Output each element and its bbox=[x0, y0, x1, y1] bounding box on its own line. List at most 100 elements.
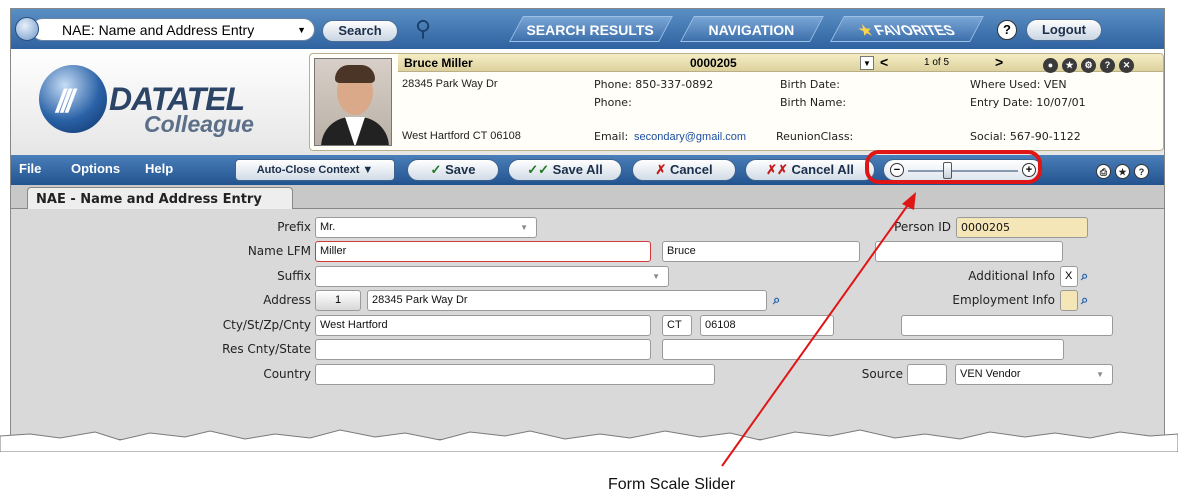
help-icon[interactable]: ? bbox=[997, 20, 1017, 40]
employment-info-field[interactable] bbox=[1060, 290, 1078, 311]
menu-file[interactable]: File bbox=[19, 161, 41, 176]
favorite-icon[interactable]: ★ bbox=[1115, 164, 1130, 179]
person-id: 0000205 bbox=[690, 56, 737, 70]
form-selector-value: NAE: Name and Address Entry bbox=[62, 22, 255, 38]
globe-icon[interactable]: ● bbox=[1043, 58, 1058, 73]
advanced-search-icon[interactable]: ⚲ bbox=[415, 16, 431, 42]
person-context-card: Bruce Miller 0000205 ▼ < 1 of 5 > ● ★ ⚙? ✕ … bbox=[309, 53, 1164, 151]
star-icon[interactable]: ★ bbox=[1062, 58, 1077, 73]
employment-info-lookup-icon[interactable]: ⌕ bbox=[1081, 292, 1099, 310]
state-field[interactable]: CT bbox=[662, 315, 692, 336]
prefix-label: Prefix bbox=[277, 220, 311, 234]
person-social: Social: 567-90-1122 bbox=[970, 130, 1081, 143]
address-field[interactable]: 28345 Park Way Dr bbox=[367, 290, 767, 311]
callout-caption: Form Scale Slider bbox=[608, 476, 736, 493]
person-birth-date: Birth Date: bbox=[780, 78, 840, 91]
nae-form: Prefix Mr. ▼ Name LFM Miller Bruce Suffix… bbox=[11, 209, 1164, 439]
person-city-line: West Hartford CT 06108 bbox=[402, 130, 521, 142]
check-icon: ✓ bbox=[430, 162, 442, 177]
close-icon[interactable]: ✕ bbox=[1119, 58, 1134, 73]
person-card-header: Bruce Miller 0000205 ▼ < 1 of 5 > ● ★ ⚙? ✕ bbox=[398, 54, 1163, 73]
previous-record-icon[interactable]: < bbox=[880, 54, 888, 70]
additional-info-field[interactable]: X bbox=[1060, 266, 1078, 287]
person-birth-name: Birth Name: bbox=[780, 96, 847, 109]
search-button[interactable]: Search bbox=[322, 20, 398, 42]
last-name-field[interactable]: Miller bbox=[315, 241, 651, 262]
county-field[interactable] bbox=[901, 315, 1113, 336]
app-menu-icon[interactable] bbox=[15, 17, 39, 41]
zip-field[interactable]: 06108 bbox=[700, 315, 834, 336]
person-reunion-class: ReunionClass: bbox=[776, 130, 854, 143]
record-pager: 1 of 5 bbox=[924, 57, 950, 68]
print-icon[interactable]: ⎙ bbox=[1096, 164, 1111, 179]
tab-navigation[interactable]: NAVIGATION bbox=[680, 16, 824, 42]
person-phone-primary: Phone: 850-337-0892 bbox=[594, 78, 714, 91]
app-window: NAE: Name and Address Entry ▼ Search ⚲ S… bbox=[10, 8, 1165, 440]
address-lookup-icon[interactable]: ⌕ bbox=[773, 292, 791, 310]
chevron-down-icon: ▼ bbox=[1096, 370, 1104, 379]
tab-search-results[interactable]: SEARCH RESULTS bbox=[509, 16, 673, 42]
person-where-used: Where Used: VEN bbox=[970, 78, 1067, 91]
person-address-line1: 28345 Park Way Dr bbox=[402, 78, 498, 90]
suffix-field[interactable]: ▼ bbox=[315, 266, 669, 287]
next-record-icon[interactable]: > bbox=[995, 54, 1003, 70]
source-description-field[interactable]: VEN Vendor ▼ bbox=[955, 364, 1113, 385]
res-county-field[interactable] bbox=[315, 339, 651, 360]
additional-info-lookup-icon[interactable]: ⌕ bbox=[1081, 268, 1099, 286]
country-field[interactable] bbox=[315, 364, 715, 385]
first-name-field[interactable]: Bruce bbox=[662, 241, 860, 262]
torn-edge-decoration bbox=[0, 429, 1178, 452]
toolbar-icon-group: ⎙ ★? bbox=[1096, 162, 1153, 180]
help-icon[interactable]: ? bbox=[1134, 164, 1149, 179]
menu-help[interactable]: Help bbox=[145, 161, 173, 176]
person-email-label: Email: bbox=[594, 130, 629, 143]
prefix-field[interactable]: Mr. ▼ bbox=[315, 217, 537, 238]
slider-callout-ring bbox=[865, 150, 1042, 184]
logout-button[interactable]: Logout bbox=[1026, 19, 1102, 41]
cancel-all-button[interactable]: ✗✗ Cancel All bbox=[745, 159, 875, 181]
top-navigation-bar: NAE: Name and Address Entry ▼ Search ⚲ S… bbox=[11, 9, 1164, 49]
additional-info-label: Additional Info bbox=[968, 269, 1055, 283]
tab-nae[interactable]: NAE - Name and Address Entry bbox=[27, 187, 293, 210]
country-label: Country bbox=[263, 367, 311, 381]
menu-options[interactable]: Options bbox=[71, 161, 120, 176]
logo-product: Colleague bbox=[144, 111, 254, 137]
help-icon[interactable]: ? bbox=[1100, 58, 1115, 73]
name-lfm-label: Name LFM bbox=[247, 244, 311, 258]
city-label: Cty/St/Zp/Cnty bbox=[222, 318, 311, 332]
form-selector-dropdown[interactable]: NAE: Name and Address Entry ▼ bbox=[31, 18, 315, 41]
person-id-label: Person ID bbox=[894, 220, 951, 234]
source-code-field[interactable] bbox=[907, 364, 947, 385]
form-tab-strip: NAE - Name and Address Entry bbox=[11, 185, 1164, 210]
double-x-icon: ✗✗ bbox=[766, 162, 788, 177]
address-index-button[interactable]: 1 bbox=[315, 290, 361, 311]
cancel-button[interactable]: ✗ Cancel bbox=[632, 159, 736, 181]
person-entry-date: Entry Date: 10/07/01 bbox=[970, 96, 1086, 109]
chevron-down-icon: ▼ bbox=[520, 223, 528, 232]
res-state-field[interactable] bbox=[662, 339, 1064, 360]
logo-bars: /// bbox=[56, 83, 75, 119]
card-icon-group: ● ★ ⚙? ✕ bbox=[1043, 55, 1138, 73]
save-all-button[interactable]: ✓✓ Save All bbox=[508, 159, 622, 181]
header-area: /// DATATEL Colleague Bruce Miller 00002… bbox=[11, 49, 1164, 155]
middle-name-field[interactable] bbox=[875, 241, 1063, 262]
tab-favorites[interactable]: ★ FAVORITES bbox=[830, 16, 984, 42]
address-label: Address bbox=[263, 293, 311, 307]
city-field[interactable]: West Hartford bbox=[315, 315, 651, 336]
suffix-label: Suffix bbox=[277, 269, 311, 283]
auto-close-context-dropdown[interactable]: Auto-Close Context ▼ bbox=[235, 159, 395, 181]
res-county-state-label: Res Cnty/State bbox=[222, 342, 311, 356]
settings-icon[interactable]: ⚙ bbox=[1081, 58, 1096, 73]
person-name: Bruce Miller bbox=[404, 56, 473, 70]
source-label: Source bbox=[861, 367, 903, 381]
chevron-down-icon: ▼ bbox=[297, 25, 306, 35]
logo-globe-icon bbox=[39, 65, 107, 133]
context-dropdown-icon[interactable]: ▼ bbox=[860, 56, 874, 70]
chevron-down-icon: ▼ bbox=[652, 272, 660, 281]
double-check-icon: ✓✓ bbox=[527, 162, 550, 177]
x-icon: ✗ bbox=[655, 162, 667, 177]
person-email-link[interactable]: secondary@gmail.com bbox=[634, 131, 746, 143]
person-id-field: 0000205 bbox=[956, 217, 1088, 238]
save-button[interactable]: ✓ Save bbox=[407, 159, 499, 181]
employment-info-label: Employment Info bbox=[952, 293, 1055, 307]
